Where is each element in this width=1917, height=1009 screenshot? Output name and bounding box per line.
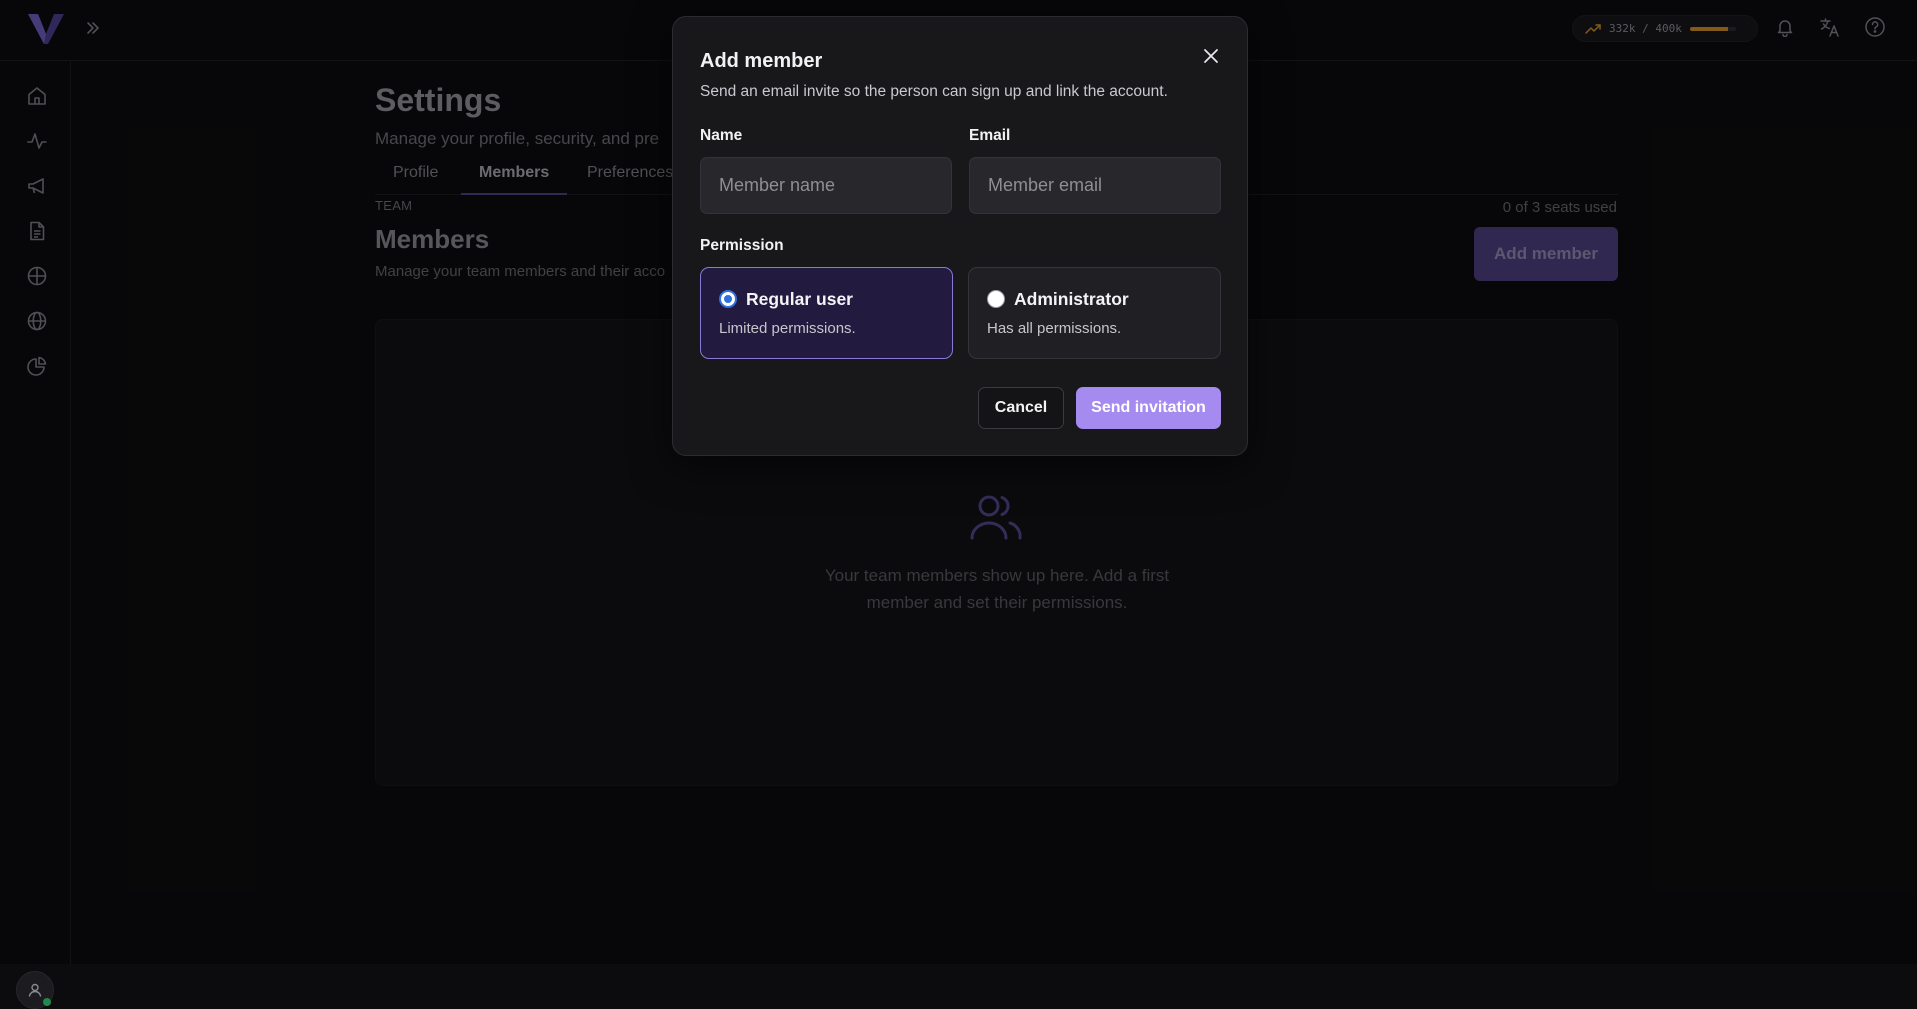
administrator-radio[interactable] xyxy=(987,290,1005,308)
cancel-button[interactable]: Cancel xyxy=(978,387,1064,429)
online-status-dot xyxy=(43,998,51,1006)
user-avatar[interactable] xyxy=(16,971,54,1009)
dialog-title: Add member xyxy=(700,50,822,73)
permission-option-regular-user[interactable]: Regular user Limited permissions. xyxy=(700,267,953,359)
add-member-dialog: Add member Send an email invite so the p… xyxy=(672,16,1248,456)
email-input[interactable] xyxy=(969,157,1221,214)
close-icon[interactable] xyxy=(1199,44,1223,68)
regular-user-radio[interactable] xyxy=(719,290,737,308)
name-label: Name xyxy=(700,127,742,145)
app-root: 332k / 400k xyxy=(0,0,1917,964)
permission-description: Has all permissions. xyxy=(987,320,1121,337)
dialog-description: Send an email invite so the person can s… xyxy=(700,83,1168,101)
permission-description: Limited permissions. xyxy=(719,320,856,337)
send-invitation-button[interactable]: Send invitation xyxy=(1076,387,1221,429)
permission-name: Regular user xyxy=(746,289,853,310)
permission-name: Administrator xyxy=(1014,289,1129,310)
email-label: Email xyxy=(969,127,1010,145)
name-input[interactable] xyxy=(700,157,952,214)
permission-label: Permission xyxy=(700,237,784,255)
permission-option-administrator[interactable]: Administrator Has all permissions. xyxy=(968,267,1221,359)
